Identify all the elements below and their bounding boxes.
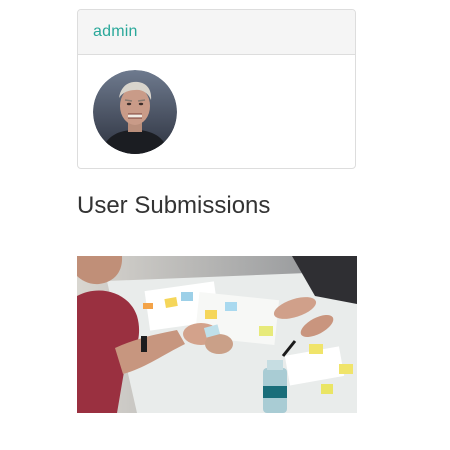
avatar[interactable] — [93, 70, 177, 154]
user-submissions-heading: User Submissions — [77, 192, 271, 219]
user-card-body — [78, 55, 355, 168]
user-card: admin — [77, 9, 356, 169]
page: admin User Submissions — [0, 0, 450, 450]
username-link[interactable]: admin — [93, 23, 138, 41]
user-card-header: admin — [78, 10, 355, 55]
submission-thumbnail[interactable] — [77, 256, 357, 413]
avatar-photo-icon — [93, 70, 177, 154]
team-meeting-photo-icon — [77, 256, 357, 413]
